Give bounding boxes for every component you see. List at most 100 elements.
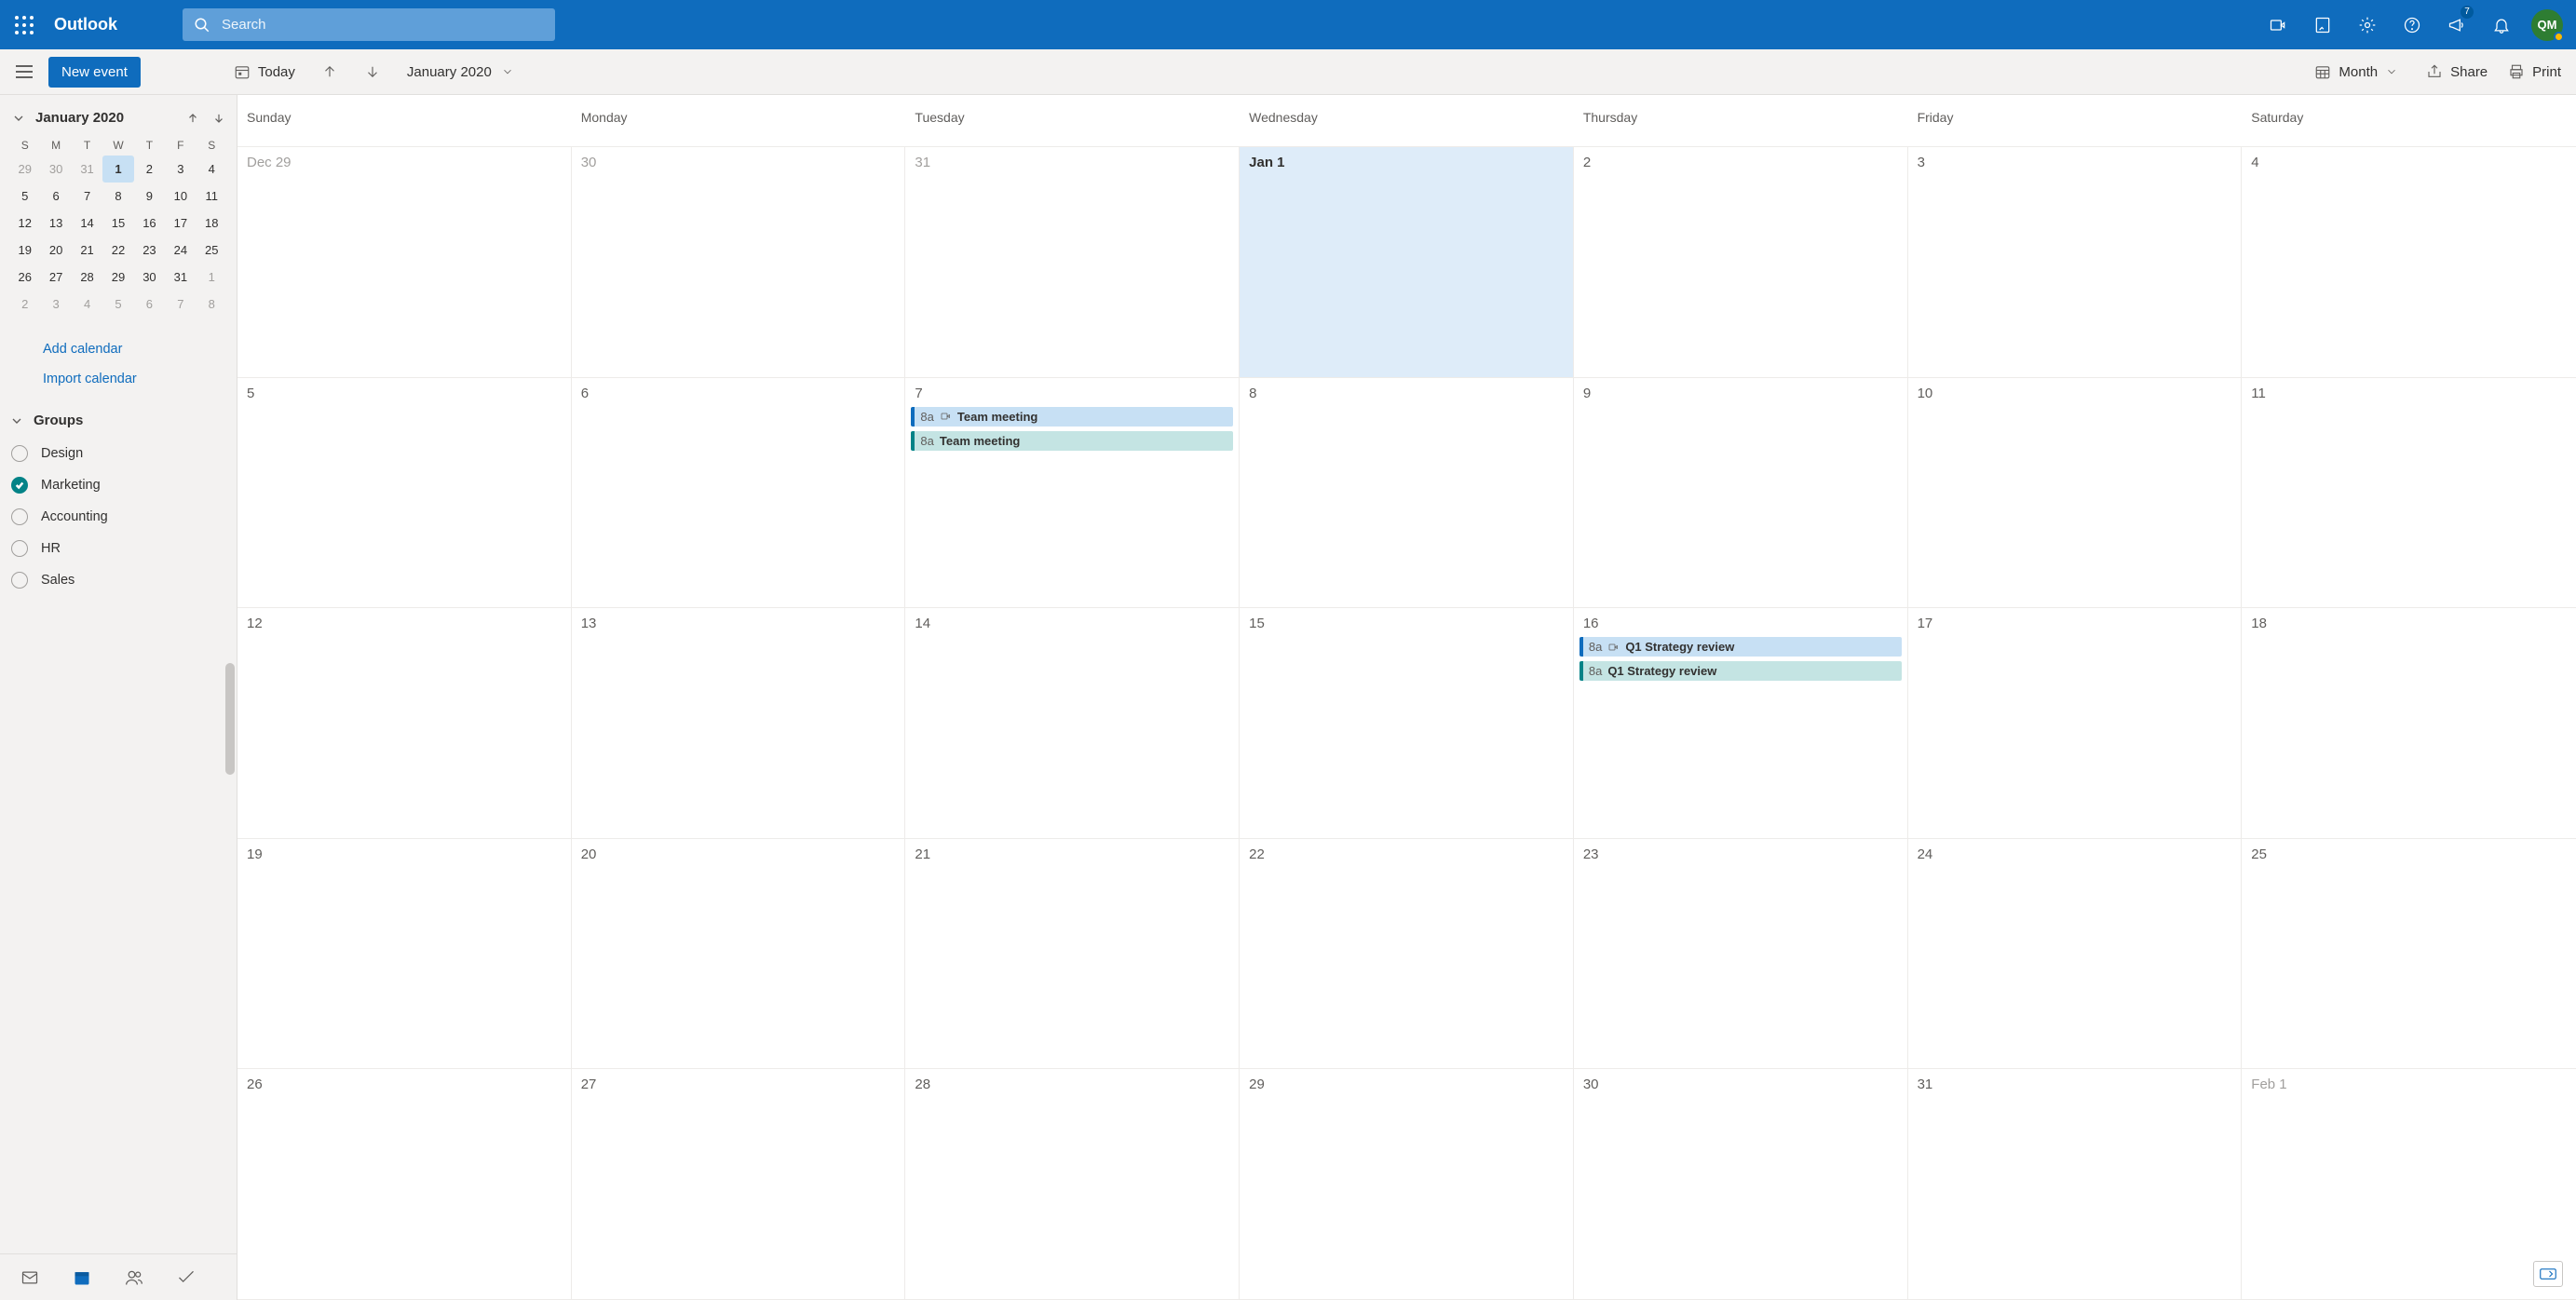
calendar-cell[interactable]: Jan 1 <box>1240 147 1574 378</box>
mini-date-cell[interactable]: 25 <box>197 237 227 264</box>
mini-date-cell[interactable]: 17 <box>165 210 196 237</box>
calendar-cell[interactable]: 5 <box>237 378 572 609</box>
calendar-cell[interactable]: Dec 29 <box>237 147 572 378</box>
calendar-cell[interactable]: 10 <box>1908 378 2243 609</box>
mini-date-cell[interactable]: 5 <box>9 183 40 210</box>
calendar-cell[interactable]: 17 <box>1908 608 2243 839</box>
calendar-cell[interactable]: 78aTeam meeting8aTeam meeting <box>905 378 1240 609</box>
mini-date-cell[interactable]: 27 <box>40 264 71 291</box>
calendar-cell[interactable]: 21 <box>905 839 1240 1070</box>
group-item[interactable]: Marketing <box>9 469 227 501</box>
group-checkbox[interactable] <box>11 572 28 589</box>
calendar-cell[interactable]: 30 <box>572 147 906 378</box>
calendar-cell[interactable]: 29 <box>1240 1069 1574 1300</box>
calendar-event[interactable]: 8aQ1 Strategy review <box>1579 661 1902 681</box>
calendar-cell[interactable]: Feb 1 <box>2242 1069 2576 1300</box>
megaphone-icon[interactable]: 7 <box>2434 0 2479 49</box>
calendar-cell[interactable]: 12 <box>237 608 572 839</box>
account-avatar[interactable]: QM <box>2531 9 2563 41</box>
calendar-cell[interactable]: 25 <box>2242 839 2576 1070</box>
mini-date-cell[interactable]: 10 <box>165 183 196 210</box>
calendar-cell[interactable]: 3 <box>1908 147 2243 378</box>
calendar-cell[interactable]: 18 <box>2242 608 2576 839</box>
add-calendar-link[interactable]: Add calendar <box>43 334 227 364</box>
calendar-cell[interactable]: 30 <box>1574 1069 1908 1300</box>
mini-date-cell[interactable]: 22 <box>102 237 133 264</box>
mini-date-cell[interactable]: 24 <box>165 237 196 264</box>
mini-date-cell[interactable]: 9 <box>134 183 165 210</box>
mini-date-cell[interactable]: 31 <box>165 264 196 291</box>
calendar-cell[interactable]: 19 <box>237 839 572 1070</box>
mini-date-cell[interactable]: 30 <box>40 156 71 183</box>
mini-date-cell[interactable]: 5 <box>102 291 133 318</box>
groups-header[interactable]: Groups <box>9 407 227 438</box>
todo-module-icon[interactable] <box>164 1259 209 1296</box>
calendar-event[interactable]: 8aTeam meeting <box>911 407 1233 427</box>
calendar-cell[interactable]: 15 <box>1240 608 1574 839</box>
mail-module-icon[interactable] <box>7 1259 52 1296</box>
calendar-cell[interactable]: 22 <box>1240 839 1574 1070</box>
mini-next-icon[interactable] <box>212 112 225 125</box>
calendar-cell[interactable]: 13 <box>572 608 906 839</box>
bell-icon[interactable] <box>2479 0 2524 49</box>
view-selector[interactable]: Month <box>2314 63 2406 80</box>
mini-date-cell[interactable]: 26 <box>9 264 40 291</box>
group-item[interactable]: Accounting <box>9 501 227 533</box>
calendar-cell[interactable]: 28 <box>905 1069 1240 1300</box>
chevron-down-icon[interactable] <box>11 111 26 126</box>
mini-date-cell[interactable]: 6 <box>40 183 71 210</box>
mini-date-cell[interactable]: 1 <box>102 156 133 183</box>
mini-date-cell[interactable]: 14 <box>72 210 102 237</box>
calendar-event[interactable]: 8aTeam meeting <box>911 431 1233 451</box>
mini-date-cell[interactable]: 11 <box>197 183 227 210</box>
mini-date-cell[interactable]: 18 <box>197 210 227 237</box>
mini-date-cell[interactable]: 21 <box>72 237 102 264</box>
calendar-cell[interactable]: 24 <box>1908 839 2243 1070</box>
calendar-cell[interactable]: 6 <box>572 378 906 609</box>
calendar-cell[interactable]: 9 <box>1574 378 1908 609</box>
mini-date-cell[interactable]: 29 <box>102 264 133 291</box>
group-item[interactable]: HR <box>9 533 227 564</box>
mini-date-cell[interactable]: 28 <box>72 264 102 291</box>
mini-date-cell[interactable]: 1 <box>197 264 227 291</box>
calendar-module-icon[interactable] <box>60 1259 104 1296</box>
prev-arrow-icon[interactable] <box>321 63 338 80</box>
expand-pane-button[interactable] <box>2533 1261 2563 1287</box>
calendar-cell[interactable]: 14 <box>905 608 1240 839</box>
mini-date-cell[interactable]: 12 <box>9 210 40 237</box>
calendar-cell[interactable]: 168aQ1 Strategy review8aQ1 Strategy revi… <box>1574 608 1908 839</box>
mini-date-cell[interactable]: 6 <box>134 291 165 318</box>
mini-date-cell[interactable]: 4 <box>197 156 227 183</box>
group-checkbox[interactable] <box>11 445 28 462</box>
notes-icon[interactable] <box>2300 0 2345 49</box>
mini-date-cell[interactable]: 31 <box>72 156 102 183</box>
mini-date-cell[interactable]: 3 <box>165 156 196 183</box>
mini-date-cell[interactable]: 4 <box>72 291 102 318</box>
calendar-cell[interactable]: 8 <box>1240 378 1574 609</box>
mini-date-cell[interactable]: 29 <box>9 156 40 183</box>
today-button[interactable]: Today <box>234 63 295 80</box>
calendar-cell[interactable]: 23 <box>1574 839 1908 1070</box>
calendar-cell[interactable]: 31 <box>905 147 1240 378</box>
month-picker[interactable]: January 2020 <box>407 64 514 80</box>
mini-date-cell[interactable]: 2 <box>134 156 165 183</box>
mini-date-cell[interactable]: 19 <box>9 237 40 264</box>
import-calendar-link[interactable]: Import calendar <box>43 364 227 394</box>
calendar-cell[interactable]: 20 <box>572 839 906 1070</box>
calendar-cell[interactable]: 26 <box>237 1069 572 1300</box>
mini-date-cell[interactable]: 8 <box>197 291 227 318</box>
app-launcher-icon[interactable] <box>13 14 35 36</box>
group-item[interactable]: Sales <box>9 564 227 596</box>
calendar-event[interactable]: 8aQ1 Strategy review <box>1579 637 1902 657</box>
share-button[interactable]: Share <box>2426 63 2488 80</box>
settings-icon[interactable] <box>2345 0 2390 49</box>
mini-date-cell[interactable]: 20 <box>40 237 71 264</box>
mini-date-cell[interactable]: 2 <box>9 291 40 318</box>
mini-date-cell[interactable]: 15 <box>102 210 133 237</box>
mini-date-cell[interactable]: 3 <box>40 291 71 318</box>
mini-date-cell[interactable]: 7 <box>72 183 102 210</box>
mini-date-cell[interactable]: 16 <box>134 210 165 237</box>
search-box[interactable] <box>183 8 555 41</box>
nav-toggle-icon[interactable] <box>11 59 37 85</box>
calendar-cell[interactable]: 11 <box>2242 378 2576 609</box>
